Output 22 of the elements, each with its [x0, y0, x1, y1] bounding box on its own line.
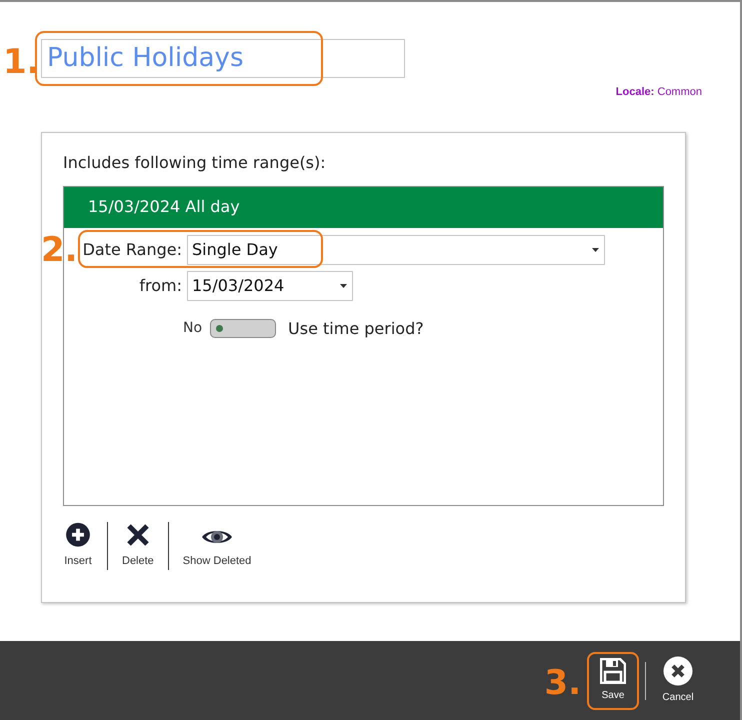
- time-period-toggle[interactable]: [210, 319, 276, 338]
- panel-heading: Includes following time range(s):: [63, 152, 327, 174]
- save-button[interactable]: Save: [587, 652, 639, 710]
- cancel-button[interactable]: Cancel: [652, 652, 704, 710]
- caret-icon: [592, 248, 599, 252]
- toolbar-button[interactable]: Insert: [63, 522, 107, 570]
- locale-label: Locale: Common: [616, 85, 702, 100]
- close-icon: [126, 523, 150, 547]
- annotation-number: 1.: [3, 42, 40, 82]
- toolbar-button[interactable]: Delete: [108, 522, 168, 570]
- annotation-number: 2.: [41, 230, 78, 270]
- toggle-label: Use time period?: [288, 318, 424, 340]
- plus-circle-icon: [63, 522, 93, 547]
- date-range-select[interactable]: Single Day: [187, 234, 605, 264]
- annotation-number: 3.: [544, 662, 581, 702]
- from-date-select[interactable]: 15/03/2024: [187, 270, 353, 300]
- close-icon: [663, 656, 693, 686]
- time-range-item[interactable]: 15/03/2024 All day: [64, 186, 663, 228]
- from-label: from:: [138, 274, 183, 296]
- toolbar-button[interactable]: Show Deleted: [168, 522, 266, 570]
- toggle-off-label: No: [183, 319, 202, 338]
- caret-icon: [340, 284, 347, 288]
